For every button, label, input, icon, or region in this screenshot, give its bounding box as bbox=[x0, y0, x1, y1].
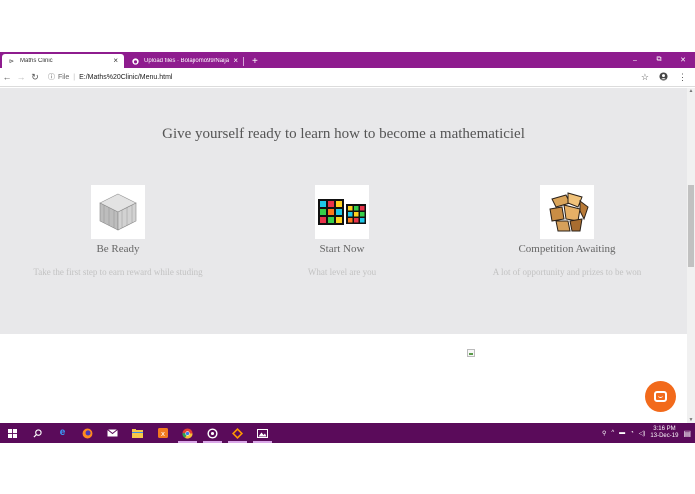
page-favicon-icon: ⊳ bbox=[8, 58, 15, 65]
photos-icon[interactable] bbox=[250, 423, 275, 443]
notifications-icon[interactable]: ▤ bbox=[683, 429, 691, 438]
address-url[interactable]: E:/Maths%20Clinic/Menu.html bbox=[79, 74, 172, 81]
mail-icon[interactable] bbox=[100, 423, 125, 443]
firefox-icon[interactable] bbox=[75, 423, 100, 443]
tab-title: Maths Clinic bbox=[20, 58, 53, 64]
minimize-button[interactable]: – bbox=[623, 52, 647, 68]
page-scrollbar[interactable]: ▲ ▼ bbox=[687, 88, 695, 423]
browser-toolbar: ← → ↻ ⓘ File | E:/Maths%20Clinic/Menu.ht… bbox=[0, 68, 695, 87]
wifi-icon[interactable]: ◔ bbox=[630, 430, 634, 436]
card-competition-awaiting[interactable]: Competition Awaiting A lot of opportunit… bbox=[452, 185, 682, 277]
card-title: Competition Awaiting bbox=[518, 243, 616, 255]
profile-avatar-icon[interactable] bbox=[659, 71, 668, 83]
card-description: A lot of opportunity and prizes to be wo… bbox=[492, 267, 642, 277]
tab-upload-files[interactable]: Upload files · Bolajiomo99/Naija × bbox=[126, 54, 244, 68]
system-tray: ⚲ ^ ▬ ◔ ◁) 3:16 PM 13-Dec-19 ▤ bbox=[602, 426, 695, 440]
info-icon[interactable]: ⓘ bbox=[48, 72, 55, 82]
tab-maths-clinic[interactable]: ⊳ Maths Clinic × bbox=[2, 54, 124, 68]
new-tab-button[interactable]: + bbox=[252, 54, 258, 68]
card-description: Take the first step to earn reward while… bbox=[33, 267, 203, 277]
address-bar[interactable]: ⓘ File | E:/Maths%20Clinic/Menu.html bbox=[48, 72, 641, 82]
windows-taskbar: e x ⚲ ^ ▬ ◔ ◁) 3:16 PM 13-Dec-19 ▤ bbox=[0, 423, 695, 443]
card-start-now[interactable]: Start Now What level are you bbox=[227, 185, 457, 277]
back-arrow-icon[interactable]: ← bbox=[0, 72, 14, 82]
web-page: Give yourself ready to learn how to beco… bbox=[0, 88, 687, 423]
volume-icon[interactable]: ◁) bbox=[639, 430, 646, 437]
scrollbar-thumb[interactable] bbox=[688, 185, 694, 267]
page-headline: Give yourself ready to learn how to beco… bbox=[162, 126, 525, 142]
file-explorer-icon[interactable] bbox=[125, 423, 150, 443]
windows-start-icon[interactable] bbox=[0, 423, 25, 443]
gold-mirror-cube-image bbox=[540, 185, 594, 239]
obs-icon[interactable] bbox=[200, 423, 225, 443]
svg-text:x: x bbox=[160, 430, 164, 438]
bookmark-star-icon[interactable]: ☆ bbox=[641, 72, 649, 83]
silver-cube-image bbox=[91, 185, 145, 239]
menu-kebab-icon[interactable]: ⋮ bbox=[678, 72, 687, 83]
card-title: Start Now bbox=[319, 243, 365, 255]
close-tab-icon[interactable]: × bbox=[233, 57, 238, 65]
people-icon[interactable]: ⚲ bbox=[602, 430, 606, 437]
edge-icon[interactable]: e bbox=[50, 423, 75, 443]
maximize-button[interactable]: ⧉ bbox=[647, 52, 671, 68]
neon-rubiks-cubes-image bbox=[315, 185, 369, 239]
clock[interactable]: 3:16 PM 13-Dec-19 bbox=[650, 426, 678, 440]
address-scheme-label: File bbox=[58, 73, 70, 81]
broken-image-icon bbox=[467, 349, 475, 357]
tab-title: Upload files · Bolajiomo99/Naija bbox=[144, 58, 230, 64]
search-icon[interactable] bbox=[25, 423, 50, 443]
hero-section: Give yourself ready to learn how to beco… bbox=[0, 88, 687, 334]
battery-icon[interactable]: ▬ bbox=[619, 430, 625, 436]
card-be-ready[interactable]: Be Ready Take the first step to earn rew… bbox=[3, 185, 233, 277]
chrome-icon[interactable] bbox=[175, 423, 200, 443]
forward-arrow-icon[interactable]: → bbox=[14, 72, 28, 82]
browser-tab-bar: ⊳ Maths Clinic × Upload files · Bolajiom… bbox=[0, 52, 695, 68]
close-tab-icon[interactable]: × bbox=[113, 57, 118, 65]
card-description: What level are you bbox=[307, 267, 377, 277]
xampp-icon[interactable]: x bbox=[150, 423, 175, 443]
clock-time: 3:16 PM bbox=[653, 426, 676, 432]
reload-icon[interactable]: ↻ bbox=[28, 72, 42, 83]
card-title: Be Ready bbox=[96, 243, 140, 255]
chat-launcher-button[interactable] bbox=[645, 381, 676, 412]
window-controls: – ⧉ ✕ bbox=[623, 52, 695, 68]
clock-date: 13-Dec-19 bbox=[650, 433, 679, 439]
github-icon bbox=[132, 57, 139, 65]
chat-bubble-icon bbox=[654, 391, 667, 402]
address-divider: | bbox=[73, 73, 76, 81]
sublime-icon[interactable] bbox=[225, 423, 250, 443]
chevron-up-icon[interactable]: ^ bbox=[611, 430, 614, 436]
scroll-up-arrow-icon[interactable]: ▲ bbox=[687, 88, 695, 94]
tab-separator bbox=[243, 57, 244, 66]
close-window-button[interactable]: ✕ bbox=[671, 52, 695, 68]
